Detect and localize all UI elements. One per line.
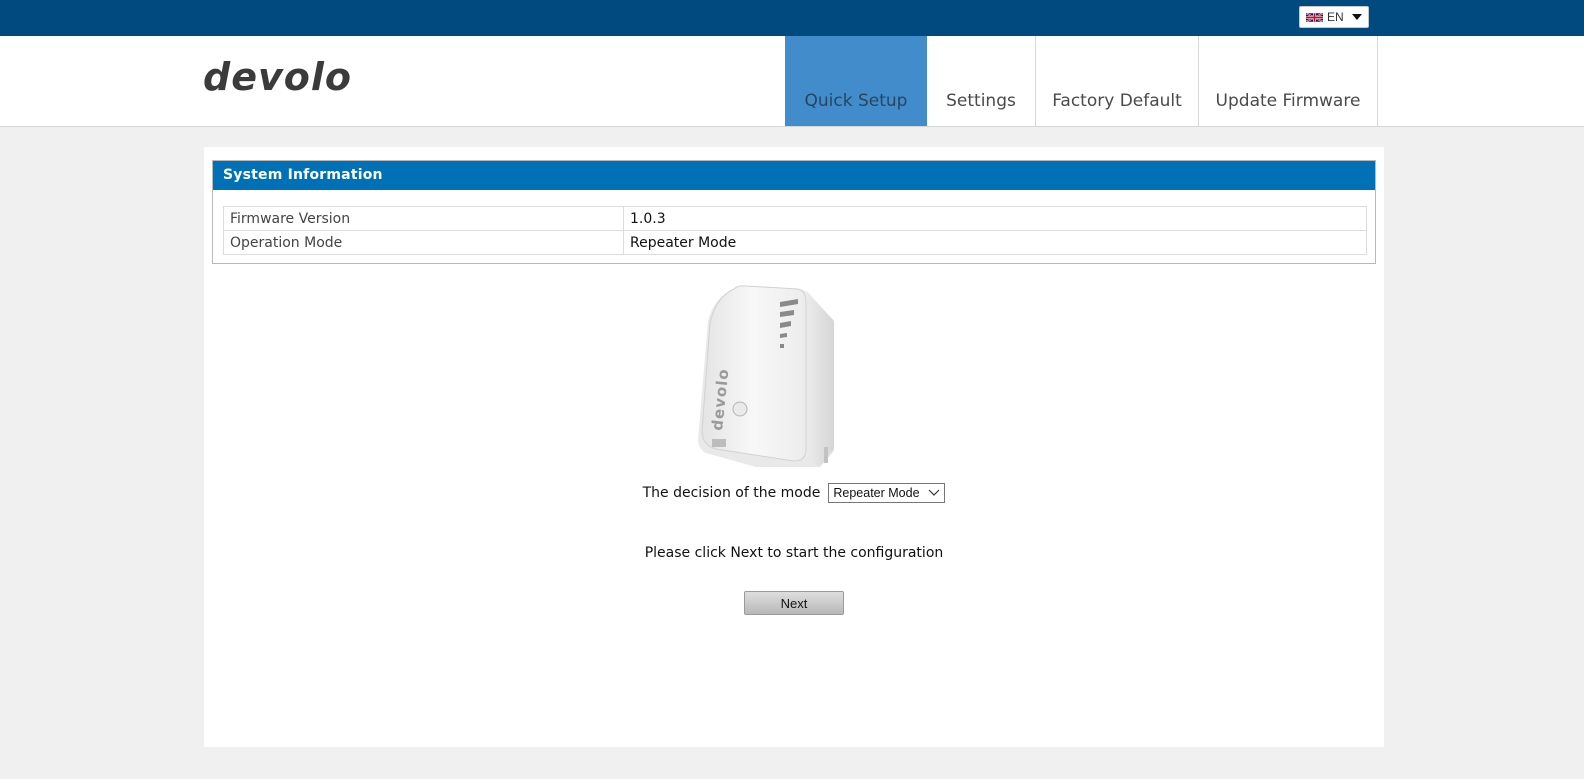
repeater-device-image: devolo — [698, 285, 834, 467]
tab-label: Settings — [946, 91, 1016, 111]
top-bar: EN — [0, 0, 1584, 36]
uk-flag-icon — [1306, 11, 1323, 23]
mode-select-value: Repeater Mode — [833, 486, 920, 500]
tab-label: Quick Setup — [804, 91, 908, 111]
mode-selection-row: The decision of the mode Repeater Mode — [204, 483, 1384, 503]
content-panel: System Information Firmware Version 1.0.… — [204, 147, 1384, 747]
language-selector[interactable]: EN — [1299, 6, 1369, 28]
caret-down-icon — [1351, 14, 1362, 20]
operation-mode-label: Operation Mode — [223, 230, 624, 255]
main-nav: Quick Setup Settings Factory Default Upd… — [785, 36, 1378, 126]
tab-settings[interactable]: Settings — [927, 36, 1036, 126]
tab-update-firmware[interactable]: Update Firmware — [1199, 36, 1378, 126]
tab-factory-default[interactable]: Factory Default — [1036, 36, 1199, 126]
tab-label: Factory Default — [1052, 91, 1182, 111]
language-label: EN — [1327, 10, 1344, 24]
mode-select[interactable]: Repeater Mode — [828, 483, 946, 503]
next-button[interactable]: Next — [744, 591, 844, 615]
svg-text:devolo: devolo — [203, 59, 352, 95]
system-info-table: Firmware Version 1.0.3 Operation Mode Re… — [223, 206, 1367, 255]
mode-label: The decision of the mode — [642, 485, 821, 501]
tab-quick-setup[interactable]: Quick Setup — [785, 36, 927, 126]
instruction-text: Please click Next to start the configura… — [644, 545, 944, 561]
chevron-down-icon — [928, 489, 940, 496]
system-information-title: System Information — [213, 161, 1375, 190]
firmware-version-label: Firmware Version — [223, 206, 624, 231]
tab-label: Update Firmware — [1215, 91, 1361, 111]
table-row: Firmware Version 1.0.3 — [223, 206, 1367, 231]
header: devolo Quick Setup Settings Factory Defa… — [0, 36, 1584, 127]
devolo-logo: devolo — [203, 59, 352, 95]
system-information-box: System Information Firmware Version 1.0.… — [212, 160, 1376, 264]
firmware-version-value: 1.0.3 — [623, 206, 1367, 231]
table-row: Operation Mode Repeater Mode — [223, 230, 1367, 255]
operation-mode-value: Repeater Mode — [623, 230, 1367, 255]
